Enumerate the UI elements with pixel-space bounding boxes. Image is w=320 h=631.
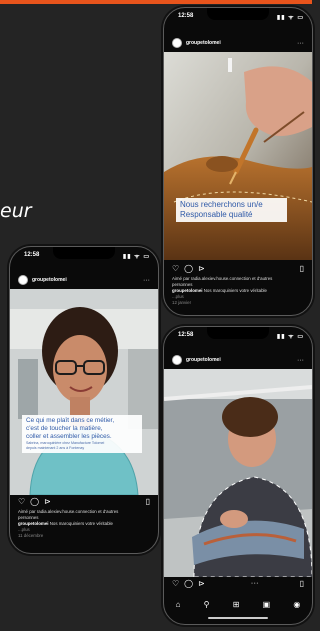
more-options-icon[interactable]: ··· [143, 277, 150, 284]
overlay-line: c'est de toucher la matière, [26, 425, 103, 432]
phone-mockup-testimony-post: 12:58 ▮▮ ᯤ ▭ groupetolomei ··· Ce qui me… [9, 246, 159, 554]
profile-icon[interactable]: ◉ [293, 600, 300, 609]
post-header: groupetolomei ··· [172, 353, 304, 367]
signal-wifi-battery-icon: ▮▮ ᯤ ▭ [276, 15, 304, 21]
more-options-icon[interactable]: ··· [297, 357, 304, 364]
share-icon[interactable]: ⊳ [198, 579, 205, 588]
status-time: 12:58 [178, 13, 194, 19]
woman-portrait-photo [10, 289, 158, 495]
post-username[interactable]: groupetolomei [186, 40, 297, 46]
post-photo-portrait[interactable]: Ce qui me plaît dans ce métier, c'est de… [10, 289, 158, 495]
post-header: groupetolomei ··· [172, 36, 304, 50]
overlay-subline: depuis maintenant 2 ans à Fontenay [26, 446, 85, 450]
status-bar: 12:58 ▮▮ ᯤ ▭ [20, 252, 150, 262]
overlay-line: Nous recherchons un/e [180, 200, 263, 209]
post-date: 11 décembre [18, 533, 44, 538]
avatar[interactable] [172, 355, 182, 365]
reels-icon[interactable]: ▣ [263, 600, 271, 609]
signal-wifi-battery-icon: ▮▮ ᯤ ▭ [122, 254, 150, 260]
more-options-icon[interactable]: ··· [297, 40, 304, 47]
home-icon[interactable]: ⌂ [176, 600, 181, 609]
post-caption: Aimé par radia.alexiev.house.connection … [18, 509, 150, 539]
post-username[interactable]: groupetolomei [186, 357, 297, 363]
job-offer-overlay: Nous recherchons un/e Responsable qualit… [176, 198, 287, 222]
post-photo-leather-craft[interactable]: Nous recherchons un/e Responsable qualit… [164, 52, 312, 260]
comment-icon[interactable]: ◯ [184, 264, 193, 273]
post-photo-craftsman[interactable] [164, 369, 312, 577]
post-date: 12 janvier [172, 300, 192, 305]
search-icon[interactable]: ⚲ [204, 600, 210, 609]
bookmark-icon[interactable]: ▯ [300, 579, 304, 588]
phone-mockup-craftsman-post: 12:58 ▮▮ ᯤ ▭ groupetolomei ··· ♡ ◯ ⊳ ● ●… [163, 326, 313, 625]
status-time: 12:58 [24, 252, 40, 258]
heart-icon[interactable]: ♡ [172, 579, 179, 588]
bookmark-icon[interactable]: ▯ [300, 264, 304, 273]
overlay-line: Responsable qualité [180, 210, 253, 219]
comment-icon[interactable]: ◯ [30, 497, 39, 506]
signal-wifi-battery-icon: ▮▮ ᯤ ▭ [276, 334, 304, 340]
leather-stitching-photo [164, 52, 312, 260]
young-craftsman-photo [164, 369, 312, 577]
add-post-icon[interactable]: ⊞ [233, 600, 240, 609]
avatar[interactable] [18, 275, 28, 285]
post-header: groupetolomei ··· [18, 273, 150, 287]
bottom-nav-bar: ⌂ ⚲ ⊞ ▣ ◉ [164, 597, 312, 611]
carousel-dots: ● ● ● [251, 581, 259, 585]
background-partial-text: eur [0, 200, 32, 222]
home-indicator [208, 617, 268, 619]
heart-icon[interactable]: ♡ [172, 264, 179, 273]
status-bar: 12:58 ▮▮ ᯤ ▭ [174, 332, 304, 342]
status-bar: 12:58 ▮▮ ᯤ ▭ [174, 13, 304, 23]
share-icon[interactable]: ⊳ [198, 264, 205, 273]
testimony-overlay: Ce qui me plaît dans ce métier, c'est de… [22, 415, 142, 453]
heart-icon[interactable]: ♡ [18, 497, 25, 506]
comment-icon[interactable]: ◯ [184, 579, 193, 588]
orange-top-bar [0, 0, 312, 4]
overlay-line: Ce qui me plaît dans ce métier, [26, 417, 115, 424]
post-actions: ♡ ◯ ⊳ ▯ [18, 496, 150, 506]
post-caption: Aimé par radia.alexiev.house.connection … [172, 276, 304, 306]
post-actions: ♡ ◯ ⊳ ▯ [172, 263, 304, 273]
post-username[interactable]: groupetolomei [32, 277, 143, 283]
bookmark-icon[interactable]: ▯ [146, 497, 150, 506]
share-icon[interactable]: ⊳ [44, 497, 51, 506]
phone-mockup-recruitment-post: 12:58 ▮▮ ᯤ ▭ groupetolomei ··· Nous rech… [163, 7, 313, 316]
post-actions: ♡ ◯ ⊳ ● ● ● ▯ [172, 578, 304, 588]
status-time: 12:58 [178, 332, 194, 338]
overlay-line: coller et assembler les pièces. [26, 433, 112, 440]
avatar[interactable] [172, 38, 182, 48]
